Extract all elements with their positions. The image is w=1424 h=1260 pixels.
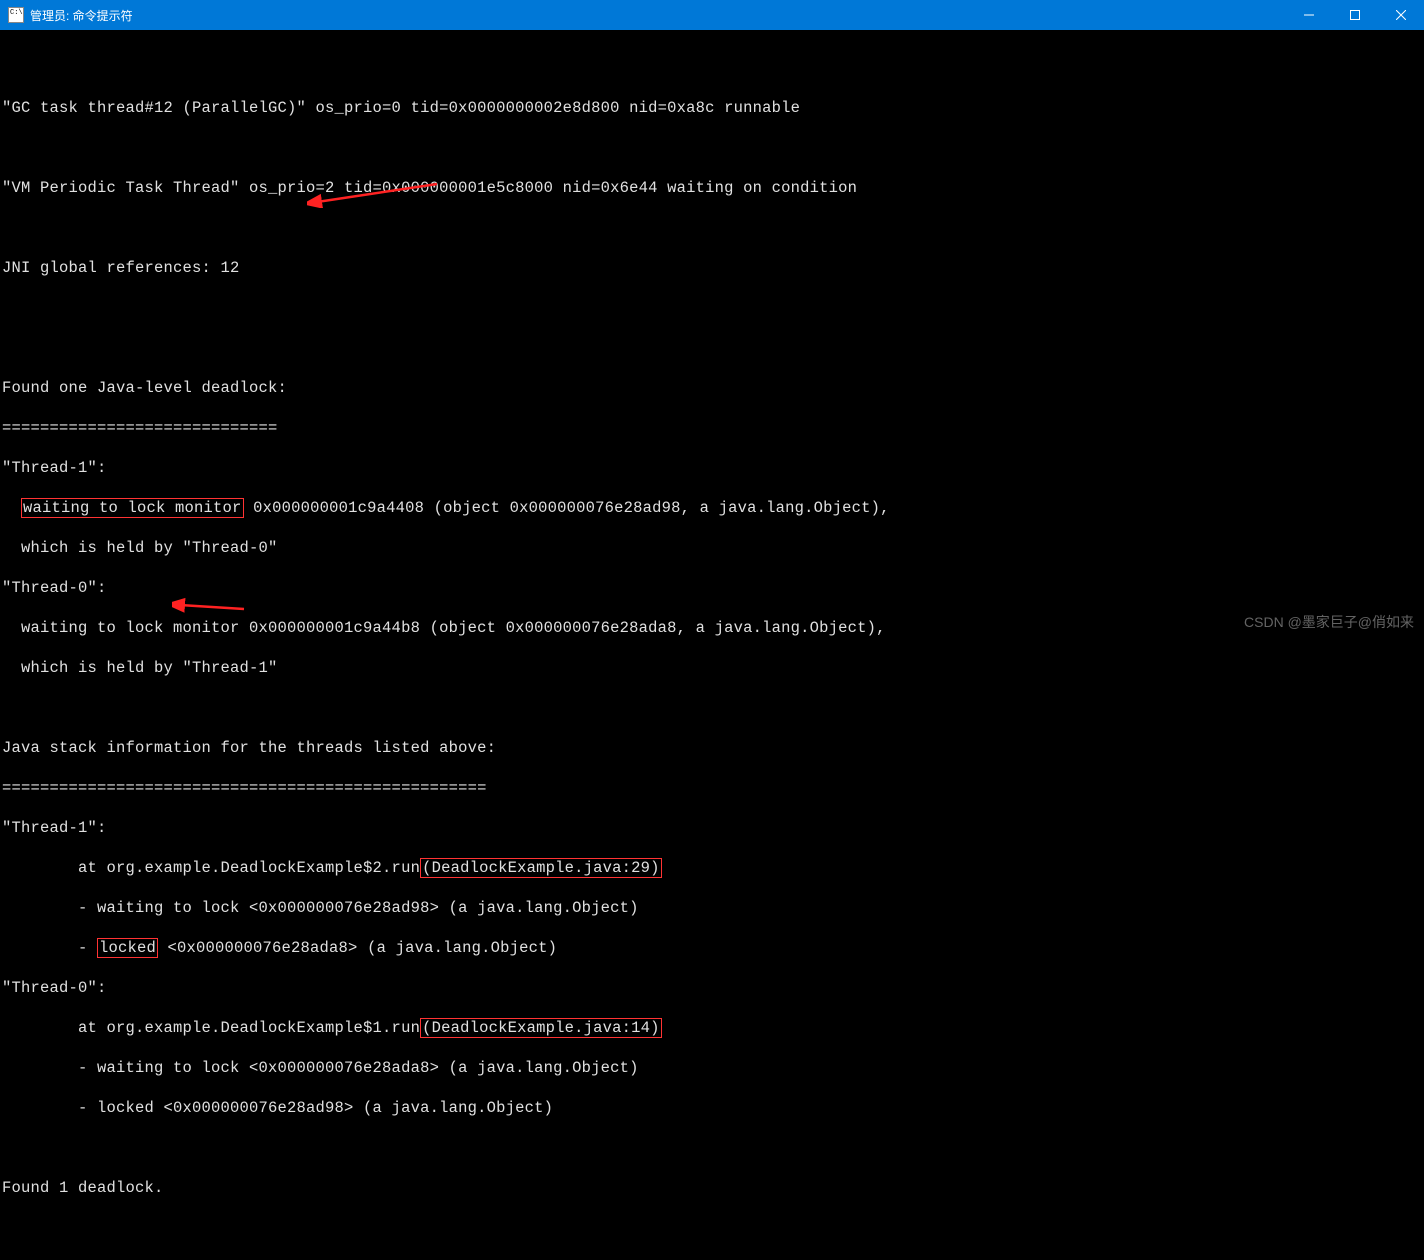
output-line: "VM Periodic Task Thread" os_prio=2 tid=… bbox=[2, 178, 1422, 198]
output-line: "Thread-1": bbox=[2, 818, 1422, 838]
output-line bbox=[2, 1218, 1422, 1238]
output-line: waiting to lock monitor 0x000000001c9a44… bbox=[2, 618, 1422, 638]
output-line: Java stack information for the threads l… bbox=[2, 738, 1422, 758]
output-line: - waiting to lock <0x000000076e28ada8> (… bbox=[2, 1058, 1422, 1078]
output-line: Found one Java-level deadlock: bbox=[2, 378, 1422, 398]
close-button[interactable] bbox=[1378, 0, 1424, 30]
output-line: "Thread-1": bbox=[2, 458, 1422, 478]
output-line: ============================= bbox=[2, 418, 1422, 438]
output-line: JNI global references: 12 bbox=[2, 258, 1422, 278]
output-line: - waiting to lock <0x000000076e28ad98> (… bbox=[2, 898, 1422, 918]
cmd-icon bbox=[8, 7, 24, 23]
watermark: CSDN @墨家巨子@俏如来 bbox=[1244, 612, 1414, 632]
output-line: which is held by "Thread-0" bbox=[2, 538, 1422, 558]
output-line: at org.example.DeadlockExample$1.run(Dea… bbox=[2, 1018, 1422, 1038]
minimize-button[interactable] bbox=[1286, 0, 1332, 30]
output-line: "Thread-0": bbox=[2, 578, 1422, 598]
maximize-button[interactable] bbox=[1332, 0, 1378, 30]
output-line: ========================================… bbox=[2, 778, 1422, 798]
output-line: "GC task thread#12 (ParallelGC)" os_prio… bbox=[2, 98, 1422, 118]
highlight-box: waiting to lock monitor bbox=[21, 498, 244, 518]
output-line: waiting to lock monitor 0x000000001c9a44… bbox=[2, 498, 1422, 518]
output-line: at org.example.DeadlockExample$2.run(Dea… bbox=[2, 858, 1422, 878]
highlight-box: (DeadlockExample.java:14) bbox=[420, 1018, 662, 1038]
window-titlebar[interactable]: 管理员: 命令提示符 bbox=[0, 0, 1424, 30]
highlight-box: (DeadlockExample.java:29) bbox=[420, 858, 662, 878]
output-line bbox=[2, 138, 1422, 158]
output-line: which is held by "Thread-1" bbox=[2, 658, 1422, 678]
output-line bbox=[2, 298, 1422, 318]
output-line bbox=[2, 58, 1422, 78]
output-line bbox=[2, 698, 1422, 718]
output-line: "Thread-0": bbox=[2, 978, 1422, 998]
output-line: Found 1 deadlock. bbox=[2, 1178, 1422, 1198]
output-line bbox=[2, 218, 1422, 238]
output-line: - locked <0x000000076e28ada8> (a java.la… bbox=[2, 938, 1422, 958]
output-line bbox=[2, 1138, 1422, 1158]
output-line bbox=[2, 338, 1422, 358]
highlight-box: locked bbox=[97, 938, 158, 958]
terminal-output[interactable]: "GC task thread#12 (ParallelGC)" os_prio… bbox=[0, 30, 1424, 1260]
output-line: - locked <0x000000076e28ad98> (a java.la… bbox=[2, 1098, 1422, 1118]
window-controls bbox=[1286, 0, 1424, 30]
window-title: 管理员: 命令提示符 bbox=[30, 7, 133, 24]
